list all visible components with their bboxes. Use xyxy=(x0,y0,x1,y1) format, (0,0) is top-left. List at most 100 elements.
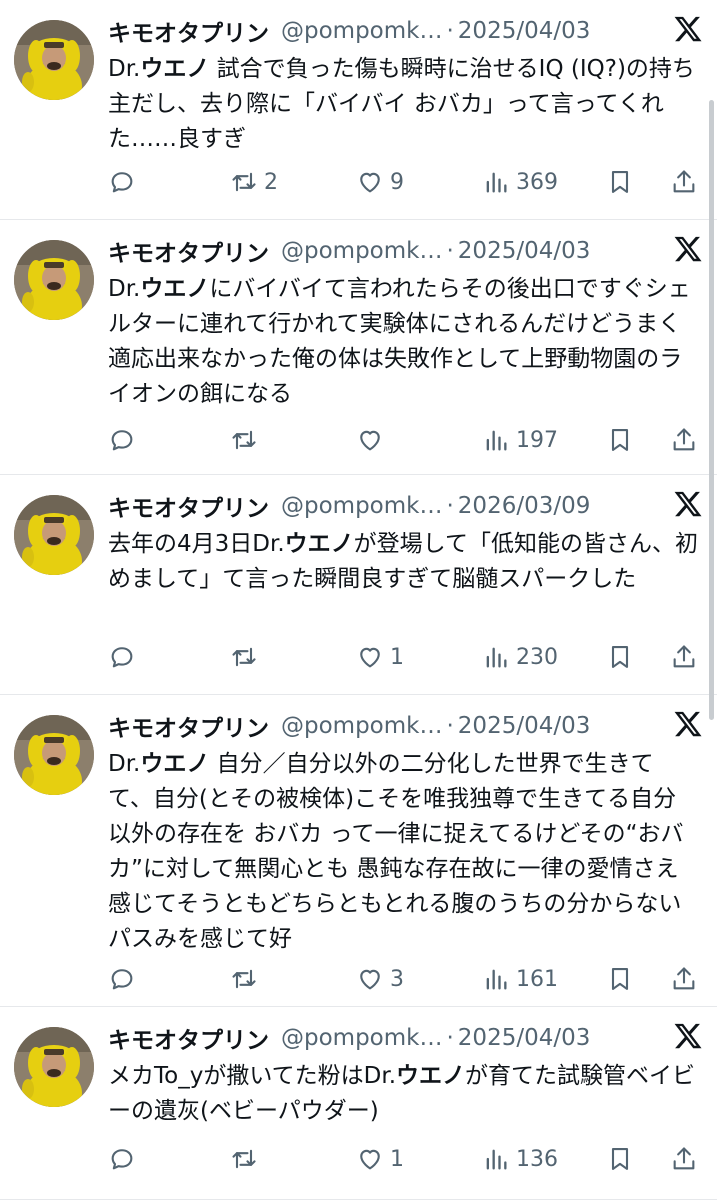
views-button[interactable]: 136 xyxy=(482,1142,558,1176)
tweet-header: キモオタプリン @pompomk… · 2025/04/03 xyxy=(108,234,591,268)
like-count: 1 xyxy=(390,644,404,670)
tweet-text: メカTo_yが撒いてた粉はDr.ウエノが育てた試験管ベイビーの遺灰(ベビーパウダ… xyxy=(108,1059,698,1129)
separator: · xyxy=(446,1025,454,1051)
reply-button[interactable] xyxy=(108,423,136,457)
retweet-button[interactable] xyxy=(230,962,264,996)
avatar[interactable] xyxy=(14,240,94,320)
tweet-text-bold: ウエノ xyxy=(284,531,354,557)
heart-icon xyxy=(360,969,380,990)
tweet-text-part: メカTo_yが撒いてた粉はDr. xyxy=(108,1063,397,1089)
tweet-text-part: Dr. xyxy=(108,751,141,777)
reply-button[interactable] xyxy=(108,1142,136,1176)
like-button[interactable] xyxy=(356,423,390,457)
views-icon xyxy=(486,430,507,451)
display-name[interactable]: キモオタプリン xyxy=(108,1021,269,1055)
tweet-date[interactable]: 2025/04/03 xyxy=(458,713,591,739)
user-handle[interactable]: @pompomk… xyxy=(281,493,442,519)
action-bar: 197 xyxy=(108,423,704,457)
retweet-button[interactable]: 2 xyxy=(230,165,278,199)
tweet-text-bold: ウエノ xyxy=(140,56,210,82)
tweet-text: Dr.ウエノにバイバイて言われたらその後出口ですぐシェルターに連れて行かれて実験… xyxy=(108,272,698,412)
like-count: 1 xyxy=(390,1146,404,1172)
display-name[interactable]: キモオタプリン xyxy=(108,489,269,523)
tweet[interactable]: キモオタプリン @pompomk… · 2025/04/03 Dr.ウエノ 自分… xyxy=(0,695,717,1007)
bookmark-button[interactable] xyxy=(606,962,634,996)
views-icon xyxy=(486,969,507,990)
retweet-icon xyxy=(232,1149,256,1169)
share-button[interactable] xyxy=(670,423,698,457)
avatar[interactable] xyxy=(14,715,94,795)
like-button[interactable]: 3 xyxy=(356,962,404,996)
separator: · xyxy=(446,493,454,519)
bookmark-icon xyxy=(611,1148,629,1170)
share-button[interactable] xyxy=(670,962,698,996)
heart-icon xyxy=(360,647,380,668)
tweet-date[interactable]: 2025/04/03 xyxy=(458,18,591,44)
share-icon xyxy=(673,428,695,451)
tweet-text-part: 去年の4月3日Dr. xyxy=(108,531,285,557)
views-button[interactable]: 369 xyxy=(482,165,558,199)
like-button[interactable]: 1 xyxy=(356,640,404,674)
bookmark-button[interactable] xyxy=(606,165,634,199)
user-handle[interactable]: @pompomk… xyxy=(281,238,442,264)
tweet[interactable]: キモオタプリン @pompomk… · 2025/04/03 Dr.ウエノ 試合… xyxy=(0,0,717,220)
user-handle[interactable]: @pompomk… xyxy=(281,1025,442,1051)
share-icon xyxy=(673,967,695,990)
retweet-button[interactable] xyxy=(230,423,264,457)
retweet-button[interactable] xyxy=(230,640,264,674)
retweet-icon xyxy=(232,969,256,989)
tweet-header: キモオタプリン @pompomk… · 2025/04/03 xyxy=(108,14,591,48)
views-button[interactable]: 161 xyxy=(482,962,558,996)
bookmark-button[interactable] xyxy=(606,640,634,674)
display-name[interactable]: キモオタプリン xyxy=(108,709,269,743)
separator: · xyxy=(446,238,454,264)
like-button[interactable]: 9 xyxy=(356,165,404,199)
separator: · xyxy=(446,713,454,739)
x-logo-icon xyxy=(673,1021,703,1051)
reply-button[interactable] xyxy=(108,962,136,996)
views-icon xyxy=(486,172,507,193)
x-logo-icon xyxy=(673,234,703,264)
tweet[interactable]: キモオタプリン @pompomk… · 2025/04/03 Dr.ウエノにバイ… xyxy=(0,220,717,475)
x-logo-icon xyxy=(673,14,703,44)
action-bar: 1 136 xyxy=(108,1142,704,1176)
tweet-date[interactable]: 2026/03/09 xyxy=(458,493,591,519)
bookmark-button[interactable] xyxy=(606,423,634,457)
like-count: 3 xyxy=(390,966,404,992)
reply-button[interactable] xyxy=(108,165,136,199)
retweet-icon xyxy=(232,172,256,192)
user-handle[interactable]: @pompomk… xyxy=(281,713,442,739)
views-button[interactable]: 230 xyxy=(482,640,558,674)
tweet-text-bold: ウエノ xyxy=(140,751,210,777)
share-icon xyxy=(673,170,695,193)
avatar[interactable] xyxy=(14,495,94,575)
share-button[interactable] xyxy=(670,640,698,674)
tweet[interactable]: キモオタプリン @pompomk… · 2025/04/03 メカTo_yが撒い… xyxy=(0,1007,717,1200)
reply-button[interactable] xyxy=(108,640,136,674)
avatar[interactable] xyxy=(14,20,94,100)
view-count: 230 xyxy=(516,644,558,670)
user-handle[interactable]: @pompomk… xyxy=(281,18,442,44)
tweet-date[interactable]: 2025/04/03 xyxy=(458,1025,591,1051)
retweet-button[interactable] xyxy=(230,1142,264,1176)
heart-icon xyxy=(360,1149,380,1170)
bookmark-icon xyxy=(611,646,629,668)
display-name[interactable]: キモオタプリン xyxy=(108,14,269,48)
views-button[interactable]: 197 xyxy=(482,423,558,457)
tweet-header: キモオタプリン @pompomk… · 2026/03/09 xyxy=(108,489,591,523)
tweet-text-bold: ウエノ xyxy=(396,1063,466,1089)
share-button[interactable] xyxy=(670,1142,698,1176)
bookmark-button[interactable] xyxy=(606,1142,634,1176)
view-count: 197 xyxy=(516,427,558,453)
avatar[interactable] xyxy=(14,1027,94,1107)
retweet-count: 2 xyxy=(264,169,278,195)
tweet-date[interactable]: 2025/04/03 xyxy=(458,238,591,264)
retweet-icon xyxy=(232,430,256,450)
display-name[interactable]: キモオタプリン xyxy=(108,234,269,268)
reply-icon xyxy=(111,172,133,193)
share-button[interactable] xyxy=(670,165,698,199)
tweet-text-part: Dr. xyxy=(108,56,141,82)
like-button[interactable]: 1 xyxy=(356,1142,404,1176)
scrollbar[interactable] xyxy=(709,100,714,720)
tweet[interactable]: キモオタプリン @pompomk… · 2026/03/09 去年の4月3日Dr… xyxy=(0,475,717,695)
